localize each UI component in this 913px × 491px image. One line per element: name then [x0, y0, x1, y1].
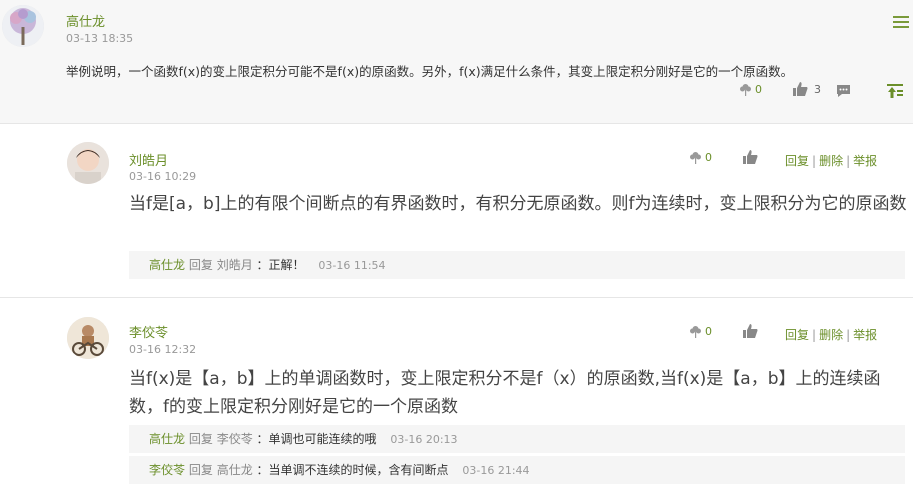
- avatar[interactable]: [67, 317, 109, 359]
- post-time: 03-13 18:35: [66, 32, 134, 45]
- sub-reply-verb: 回复: [188, 432, 213, 446]
- report-button[interactable]: 举报: [853, 154, 877, 168]
- sub-reply-text: ：单调也可能连续的哦: [256, 432, 377, 446]
- sub-reply-target[interactable]: 李佼苓: [217, 432, 253, 446]
- flower-icon: [740, 84, 751, 96]
- sub-reply-time: 03-16 20:13: [390, 433, 458, 446]
- like-button[interactable]: [743, 150, 758, 164]
- sub-reply-time: 03-16 21:44: [462, 464, 530, 477]
- delete-button[interactable]: 删除: [819, 328, 843, 342]
- flower-icon: [690, 326, 701, 338]
- flower-button[interactable]: 0: [689, 151, 712, 164]
- sub-reply-target[interactable]: 刘皓月: [217, 258, 253, 272]
- reply-actions: 回复 | 删除 | 举报: [785, 152, 877, 169]
- sub-reply-author[interactable]: 高仕龙: [149, 432, 185, 446]
- reply-body: 当f是[a，b]上的有限个间断点的有界函数时，有积分无原函数。则f为连续时，变上…: [129, 194, 907, 214]
- flower-icon: [690, 152, 701, 164]
- thumbs-up-icon: [793, 82, 808, 96]
- thumbs-up-icon: [743, 150, 758, 164]
- thumbs-up-icon: [743, 324, 758, 338]
- flower-count: 0: [755, 83, 762, 96]
- reply-item: 李佼苓 03-16 12:32 0 回复 | 删除 | 举报 当f(x)是【a，b】上的…: [0, 299, 913, 491]
- sub-reply-text: ：正解！: [256, 258, 305, 272]
- sub-reply-time: 03-16 11:54: [318, 259, 386, 272]
- flower-count: 0: [705, 325, 712, 338]
- flower-count: 0: [705, 151, 712, 164]
- top-button[interactable]: [887, 84, 903, 98]
- action-separator: |: [812, 154, 817, 168]
- reply-author[interactable]: 李佼苓: [129, 322, 168, 341]
- reply-button[interactable]: 回复: [785, 328, 809, 342]
- post-body: 举例说明，一个函数f(x)的变上限定积分可能不是f(x)的原函数。另外，f(x)…: [66, 64, 794, 79]
- sub-reply: 高仕龙 回复 刘皓月 ：正解！ 03-16 11:54: [129, 251, 905, 279]
- sub-reply-text: ：当单调不连续的时候，含有间断点: [256, 463, 449, 477]
- sub-reply-verb: 回复: [188, 258, 213, 272]
- like-button[interactable]: [743, 324, 758, 338]
- reply-time: 03-16 10:29: [129, 170, 197, 183]
- reply-time: 03-16 12:32: [129, 343, 197, 356]
- reply-button[interactable]: 回复: [785, 154, 809, 168]
- main-post: 高仕龙 03-13 18:35 举例说明，一个函数f(x)的变上限定积分可能不是…: [0, 0, 913, 124]
- reply-author[interactable]: 刘皓月: [129, 150, 168, 169]
- action-separator: |: [846, 154, 851, 168]
- sub-reply-author[interactable]: 李佼苓: [149, 463, 185, 477]
- pin-top-icon: [887, 84, 903, 98]
- delete-button[interactable]: 删除: [819, 154, 843, 168]
- like-count: 3: [814, 82, 821, 96]
- action-separator: |: [846, 328, 851, 342]
- avatar[interactable]: [67, 142, 109, 184]
- sub-reply: 高仕龙 回复 李佼苓 ：单调也可能连续的哦 03-16 20:13: [129, 425, 905, 453]
- like-button[interactable]: 3: [793, 82, 821, 96]
- sub-reply-target[interactable]: 高仕龙: [217, 463, 253, 477]
- comment-button[interactable]: [836, 84, 851, 98]
- report-button[interactable]: 举报: [853, 328, 877, 342]
- comment-icon: [837, 85, 850, 97]
- avatar[interactable]: [2, 5, 44, 47]
- action-separator: |: [812, 328, 817, 342]
- reply-actions: 回复 | 删除 | 举报: [785, 326, 877, 343]
- reply-body: 当f(x)是【a，b】上的单调函数时，变上限定积分不是f（x）的原函数,当f(x…: [129, 369, 881, 417]
- menu-icon[interactable]: [893, 16, 909, 30]
- sub-reply-verb: 回复: [188, 463, 213, 477]
- sub-reply-author[interactable]: 高仕龙: [149, 258, 185, 272]
- flower-button[interactable]: 0: [689, 325, 712, 338]
- flower-button[interactable]: 0: [739, 83, 762, 96]
- reply-item: 刘皓月 03-16 10:29 0 回复 | 删除 | 举报 当f是[a，b]上的有限个…: [0, 125, 913, 298]
- sub-reply: 李佼苓 回复 高仕龙 ：当单调不连续的时候，含有间断点 03-16 21:44: [129, 456, 905, 484]
- post-author[interactable]: 高仕龙: [66, 11, 105, 30]
